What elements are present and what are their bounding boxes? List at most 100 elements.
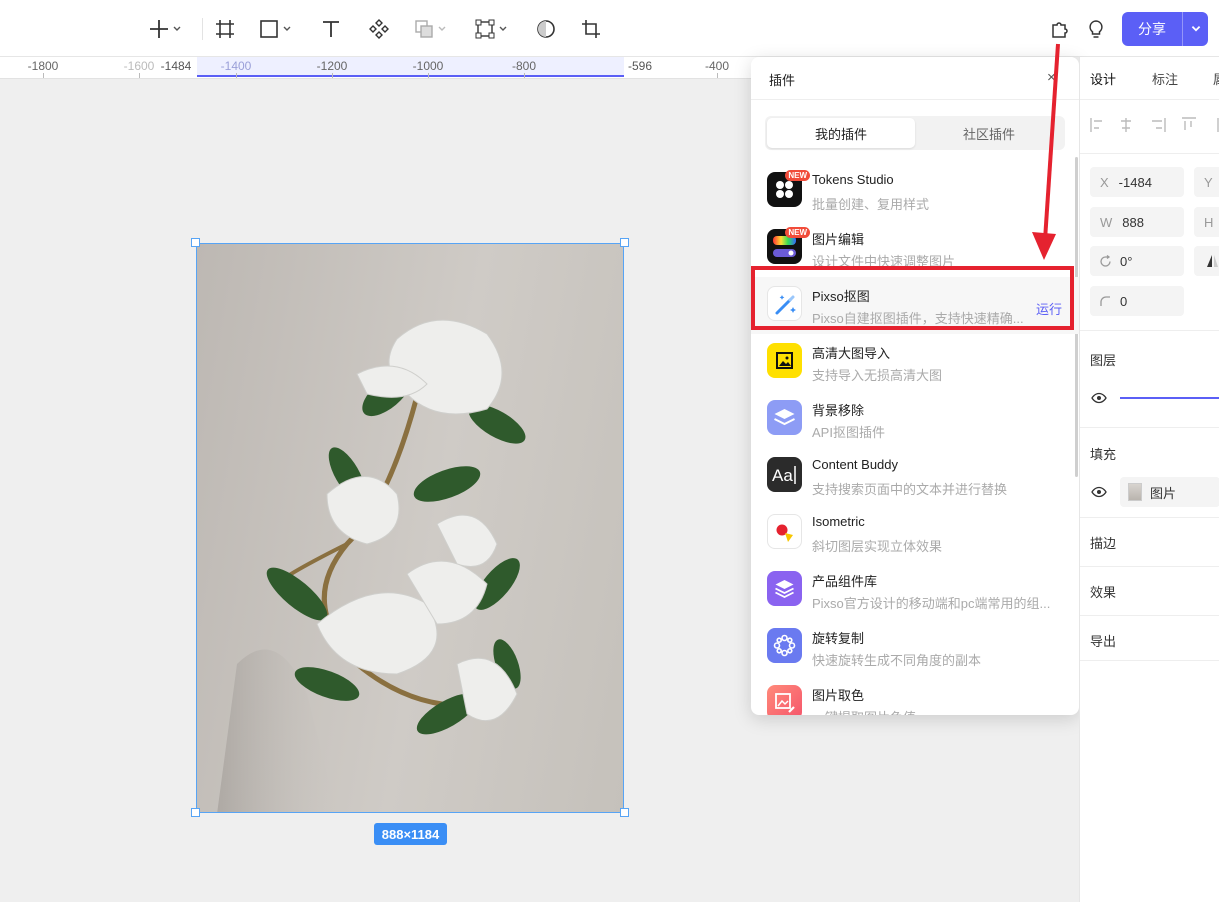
selected-image-frame[interactable] bbox=[196, 243, 624, 813]
share-label: 分享 bbox=[1138, 21, 1166, 37]
ruler-label: -1484 bbox=[160, 59, 192, 73]
effect-section-title: 效果 bbox=[1090, 585, 1117, 600]
h-field[interactable]: H bbox=[1194, 207, 1219, 237]
plugin-item-rotate-copy[interactable]: 旋转复制 快速旋转生成不同角度的副本 bbox=[751, 619, 1079, 676]
fill-section-title: 填充 bbox=[1090, 447, 1117, 462]
lightbulb-icon bbox=[1089, 20, 1103, 38]
share-button[interactable]: 分享 bbox=[1122, 12, 1208, 46]
plugin-desc: 快速旋转生成不同角度的副本 bbox=[812, 653, 982, 668]
ruler-label: -400 bbox=[704, 59, 730, 73]
plugin-desc: API抠图插件 bbox=[812, 425, 885, 440]
frame-tool[interactable] bbox=[214, 14, 236, 44]
align-icons[interactable] bbox=[1090, 117, 1219, 133]
component-icon bbox=[369, 19, 389, 39]
ruler-label: -1600 bbox=[123, 59, 155, 73]
ruler-label: -1800 bbox=[27, 59, 59, 73]
vector-tool[interactable] bbox=[474, 14, 508, 44]
resize-handle[interactable] bbox=[620, 808, 629, 817]
component-tool[interactable] bbox=[368, 14, 390, 44]
boolean-tool[interactable] bbox=[413, 14, 447, 44]
layer-opacity-slider[interactable] bbox=[1120, 397, 1219, 399]
h-label: H bbox=[1204, 214, 1214, 230]
plugin-name: 图片编辑 bbox=[812, 232, 865, 247]
layers-icon bbox=[767, 400, 802, 435]
plugin-item-remove-bg[interactable]: 背景移除 API抠图插件 bbox=[751, 391, 1079, 448]
plugin-item-isometric[interactable]: Isometric 斜切图层实现立体效果 bbox=[751, 505, 1079, 562]
rotate-copy-icon bbox=[767, 628, 802, 663]
boolean-icon bbox=[415, 20, 433, 38]
stroke-section-title: 描边 bbox=[1090, 536, 1117, 551]
x-field[interactable]: X -1484 bbox=[1090, 167, 1184, 197]
eye-icon[interactable] bbox=[1091, 486, 1107, 498]
w-field[interactable]: W 888 bbox=[1090, 207, 1184, 237]
size-badge: 888×1184 bbox=[374, 823, 447, 845]
rectangle-icon bbox=[260, 20, 278, 38]
close-icon[interactable]: × bbox=[1047, 69, 1056, 86]
image-import-icon bbox=[767, 343, 802, 378]
rotation-value: 0° bbox=[1120, 253, 1133, 269]
radius-value: 0 bbox=[1120, 293, 1128, 309]
vector-icon bbox=[475, 19, 495, 39]
ruler-label: -800 bbox=[511, 59, 537, 73]
ruler-label: -1400 bbox=[220, 59, 252, 73]
annotation-highlight-box bbox=[751, 266, 1074, 330]
text-icon bbox=[323, 21, 339, 37]
tab-prototype[interactable]: 属 bbox=[1213, 69, 1219, 88]
plugin-item-color-picker[interactable]: 图片取色 一键提取图片色值 bbox=[751, 676, 1079, 715]
plugin-desc: 斜切图层实现立体效果 bbox=[812, 539, 943, 554]
plugin-panel-title: 插件 bbox=[769, 73, 796, 88]
tab-annotate[interactable]: 标注 bbox=[1152, 69, 1178, 88]
plugin-item-component-library[interactable]: 产品组件库 Pixso官方设计的移动端和pc端常用的组... bbox=[751, 562, 1079, 619]
new-badge: NEW bbox=[785, 170, 810, 181]
plugin-name: 图片取色 bbox=[812, 688, 865, 703]
ellipse-icon bbox=[537, 20, 555, 38]
plugin-name: 背景移除 bbox=[812, 403, 865, 418]
w-label: W bbox=[1100, 214, 1113, 230]
tokens-studio-icon: NEW bbox=[767, 170, 810, 207]
plugin-name: 产品组件库 bbox=[812, 574, 878, 589]
plugin-desc: 支持搜索页面中的文本并进行替换 bbox=[812, 482, 1008, 497]
chevron-down-icon bbox=[283, 26, 291, 31]
ruler-label: -596 bbox=[627, 59, 653, 73]
radius-field[interactable]: 0 bbox=[1090, 286, 1184, 316]
x-value: -1484 bbox=[1118, 174, 1152, 190]
plugin-item-content-buddy[interactable]: Aa Content Buddy 支持搜索页面中的文本并进行替换 bbox=[751, 448, 1079, 505]
plugin-panel: 插件 × 我的插件 社区插件 NEW Tokens Studio 批量创建、复用… bbox=[751, 57, 1079, 715]
crop-tool[interactable] bbox=[580, 14, 602, 44]
layer-section-title: 图层 bbox=[1090, 353, 1117, 368]
plugin-button[interactable] bbox=[1049, 14, 1071, 44]
flip-field[interactable] bbox=[1194, 246, 1219, 276]
plugin-tabs: 我的插件 社区插件 bbox=[765, 116, 1065, 150]
share-dropdown[interactable] bbox=[1183, 23, 1208, 35]
ruler-selection-highlight bbox=[197, 57, 624, 77]
plugin-item-hd-import[interactable]: 高清大图导入 支持导入无损高清大图 bbox=[751, 334, 1079, 391]
flip-icon bbox=[1207, 255, 1218, 267]
rectangle-tool[interactable] bbox=[258, 14, 292, 44]
tab-community-plugins[interactable]: 社区插件 bbox=[915, 118, 1063, 148]
rotation-field[interactable]: 0° bbox=[1090, 246, 1184, 276]
ellipse-tool[interactable] bbox=[535, 14, 557, 44]
fill-value: 图片 bbox=[1150, 485, 1177, 501]
text-tool[interactable] bbox=[320, 14, 342, 44]
plugin-name: Isometric bbox=[812, 514, 865, 529]
w-value: 888 bbox=[1122, 214, 1144, 230]
resize-handle[interactable] bbox=[620, 238, 629, 247]
rotate-icon bbox=[1100, 254, 1111, 267]
text-aa-icon: Aa bbox=[767, 457, 802, 492]
y-field[interactable]: Y bbox=[1194, 167, 1219, 197]
plugin-desc: Pixso官方设计的移动端和pc端常用的组... bbox=[812, 596, 1051, 611]
plugin-name: Tokens Studio bbox=[812, 172, 894, 187]
chevron-down-icon bbox=[1191, 25, 1200, 32]
frame-icon bbox=[216, 20, 234, 38]
tips-button[interactable] bbox=[1085, 14, 1107, 44]
tab-design[interactable]: 设计 bbox=[1090, 69, 1116, 88]
plugin-item-tokens-studio[interactable]: NEW Tokens Studio 批量创建、复用样式 bbox=[751, 163, 1079, 220]
resize-handle[interactable] bbox=[191, 238, 200, 247]
chevron-down-icon bbox=[438, 26, 446, 31]
ruler-label: -1200 bbox=[316, 59, 348, 73]
eye-icon[interactable] bbox=[1091, 392, 1107, 404]
fill-field[interactable]: 图片 bbox=[1120, 477, 1219, 507]
resize-handle[interactable] bbox=[191, 808, 200, 817]
add-tool[interactable] bbox=[148, 14, 182, 44]
tab-my-plugins[interactable]: 我的插件 bbox=[767, 118, 915, 148]
